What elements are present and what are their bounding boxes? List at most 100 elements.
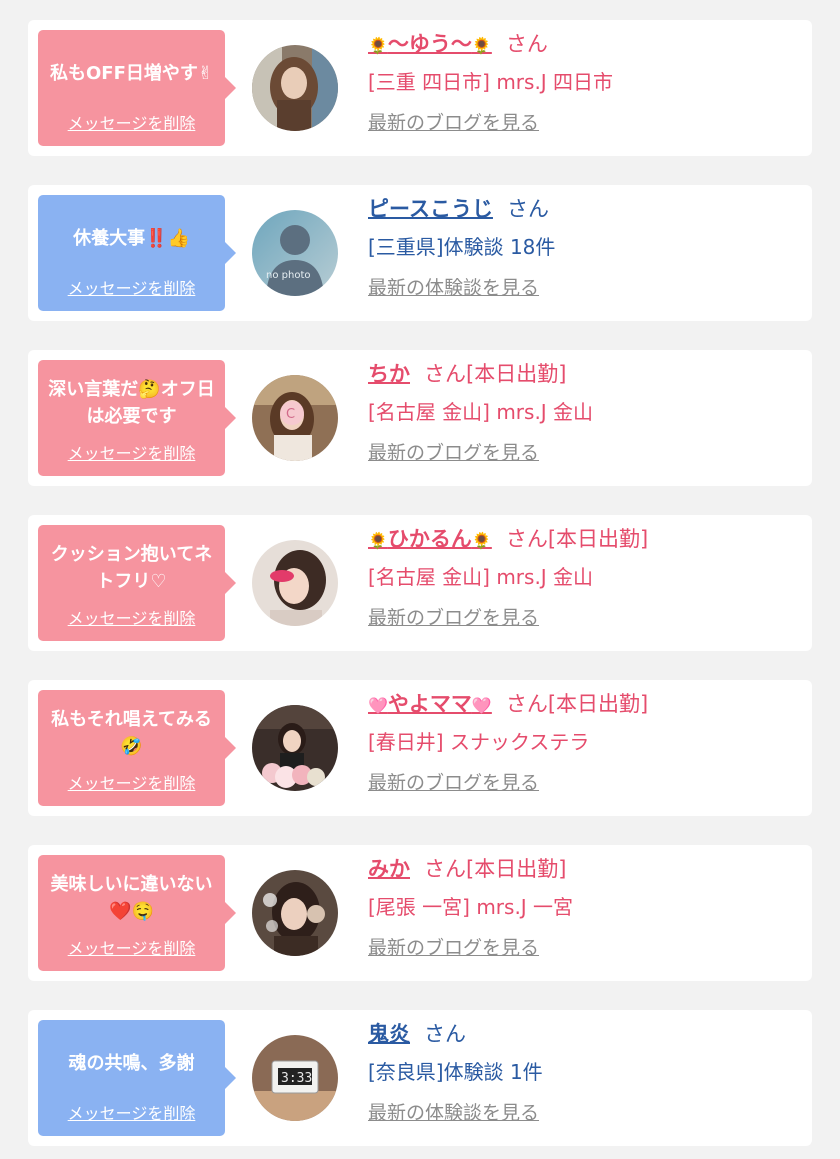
avatar[interactable] bbox=[252, 870, 338, 956]
delete-message-link[interactable]: メッセージを削除 bbox=[38, 110, 225, 134]
latest-post-link[interactable]: 最新のブログを見る bbox=[368, 769, 539, 797]
user-info: ちか さん[本日出勤] [名古屋 金山] mrs.J 金山 最新のブログを見る bbox=[368, 356, 802, 467]
message-card: 私もOFF日増やす✌ メッセージを削除 🌻～ゆう～🌻 さん [三重 四日市] mr… bbox=[28, 20, 812, 156]
latest-post-link[interactable]: 最新の体験談を見る bbox=[368, 1099, 539, 1127]
latest-post-link[interactable]: 最新のブログを見る bbox=[368, 109, 539, 137]
user-name: ひかるん bbox=[387, 527, 472, 551]
user-info: 🌻～ゆう～🌻 さん [三重 四日市] mrs.J 四日市 最新のブログを見る bbox=[368, 26, 802, 137]
delete-message-link[interactable]: メッセージを削除 bbox=[38, 935, 225, 959]
name-suffix-emoji: 🌻 bbox=[471, 531, 492, 550]
name-suffix: さん[本日出勤] bbox=[424, 857, 567, 881]
girl-photo-icon bbox=[252, 45, 338, 131]
shop-info: [春日井] スナックステラ bbox=[368, 730, 590, 754]
delete-message-link[interactable]: メッセージを削除 bbox=[38, 440, 225, 464]
latest-post-link[interactable]: 最新のブログを見る bbox=[368, 604, 539, 632]
girl-photo-icon bbox=[252, 870, 338, 956]
delete-message-link[interactable]: メッセージを削除 bbox=[38, 770, 225, 794]
message-bubble: クッション抱いてネトフリ♡ メッセージを削除 bbox=[38, 525, 236, 641]
user-name-link[interactable]: ちか bbox=[368, 362, 410, 386]
name-suffix: さん bbox=[506, 197, 549, 221]
girl-photo-icon bbox=[252, 705, 338, 791]
message-text: 休養大事‼️👍 bbox=[73, 227, 190, 249]
user-name-link[interactable]: 🌻ひかるん🌻 bbox=[368, 527, 492, 551]
message-card: 美味しいに違いない❤️🤤 メッセージを削除 みか さん[本日出勤] [尾張 一宮]… bbox=[28, 845, 812, 981]
girl-photo-icon bbox=[252, 540, 338, 626]
message-text: 深い言葉だ🤔オフ日は必要です bbox=[48, 379, 215, 427]
avatar[interactable]: 3:33 bbox=[252, 1035, 338, 1121]
user-info: 鬼炎 さん [奈良県]体験談 1件 最新の体験談を見る bbox=[368, 1016, 802, 1127]
name-prefix-emoji: 🌻 bbox=[368, 531, 388, 550]
message-text: クッション抱いてネトフリ♡ bbox=[50, 544, 213, 592]
name-prefix-emoji: 🩷 bbox=[368, 696, 388, 715]
message-card: 休養大事‼️👍 メッセージを削除 no photo ピースこうじ さん [三重県]… bbox=[28, 185, 812, 321]
name-line: 🩷やよママ🩷 さん[本日出勤] bbox=[368, 686, 802, 722]
avatar[interactable] bbox=[252, 45, 338, 131]
latest-post-link[interactable]: 最新のブログを見る bbox=[368, 439, 539, 467]
user-name-link[interactable]: 🌻～ゆう～🌻 bbox=[368, 32, 492, 56]
shop-info: [奈良県]体験談 1件 bbox=[368, 1060, 543, 1084]
user-name: みか bbox=[368, 857, 410, 881]
avatar[interactable]: C bbox=[252, 375, 338, 461]
name-line: みか さん[本日出勤] bbox=[368, 851, 802, 887]
user-name: ピースこうじ bbox=[368, 197, 493, 221]
message-list: 私もOFF日増やす✌ メッセージを削除 🌻～ゆう～🌻 さん [三重 四日市] mr… bbox=[0, 0, 840, 1159]
message-bubble: 美味しいに違いない❤️🤤 メッセージを削除 bbox=[38, 855, 236, 971]
name-line: ピースこうじ さん bbox=[368, 191, 802, 227]
clock-photo-icon: 3:33 bbox=[252, 1035, 338, 1121]
avatar[interactable]: no photo bbox=[252, 210, 338, 296]
message-card: 深い言葉だ🤔オフ日は必要です メッセージを削除 C ちか さん[本日出勤] [名古… bbox=[28, 350, 812, 486]
latest-post-link[interactable]: 最新のブログを見る bbox=[368, 934, 539, 962]
message-text: 私もOFF日増やす✌ bbox=[50, 62, 213, 84]
message-text: 私もそれ唱えてみる🤣 bbox=[51, 709, 212, 757]
shop-info: [三重 四日市] mrs.J 四日市 bbox=[368, 70, 614, 94]
name-line: ちか さん[本日出勤] bbox=[368, 356, 802, 392]
delete-message-link[interactable]: メッセージを削除 bbox=[38, 605, 225, 629]
name-prefix-emoji: 🌻 bbox=[368, 36, 388, 55]
no-photo-icon: no photo bbox=[252, 210, 338, 296]
user-name: ちか bbox=[368, 362, 410, 386]
name-line: 🌻～ゆう～🌻 さん bbox=[368, 26, 802, 62]
message-bubble: 休養大事‼️👍 メッセージを削除 bbox=[38, 195, 236, 311]
delete-message-link[interactable]: メッセージを削除 bbox=[38, 1100, 225, 1124]
user-info: ピースこうじ さん [三重県]体験談 18件 最新の体験談を見る bbox=[368, 191, 802, 302]
avatar[interactable] bbox=[252, 540, 338, 626]
avatar-caption: no photo bbox=[266, 270, 310, 281]
message-bubble: 魂の共鳴、多謝 メッセージを削除 bbox=[38, 1020, 236, 1136]
name-suffix-emoji: 🩷 bbox=[471, 696, 492, 715]
message-card: クッション抱いてネトフリ♡ メッセージを削除 🌻ひかるん🌻 さん[本日出勤] [名… bbox=[28, 515, 812, 651]
name-suffix: さん bbox=[505, 32, 548, 56]
user-name-link[interactable]: 🩷やよママ🩷 bbox=[368, 692, 492, 716]
name-suffix: さん bbox=[424, 1022, 466, 1046]
user-name: やよママ bbox=[387, 692, 472, 716]
message-text: 美味しいに違いない❤️🤤 bbox=[50, 874, 213, 922]
user-name-link[interactable]: ピースこうじ bbox=[368, 197, 493, 221]
user-name: ～ゆう～ bbox=[387, 32, 472, 56]
user-name: 鬼炎 bbox=[368, 1022, 410, 1046]
delete-message-link[interactable]: メッセージを削除 bbox=[38, 275, 225, 299]
avatar[interactable] bbox=[252, 705, 338, 791]
latest-post-link[interactable]: 最新の体験談を見る bbox=[368, 274, 539, 302]
message-card: 魂の共鳴、多謝 メッセージを削除 3:33 鬼炎 さん [奈良県]体験談 1件 最… bbox=[28, 1010, 812, 1146]
girl-photo-icon: C bbox=[252, 375, 338, 461]
shop-info: [名古屋 金山] mrs.J 金山 bbox=[368, 565, 594, 589]
name-suffix-emoji: 🌻 bbox=[471, 36, 492, 55]
user-name-link[interactable]: みか bbox=[368, 857, 410, 881]
message-card: 私もそれ唱えてみる🤣 メッセージを削除 🩷やよママ🩷 さん[本日出勤] [春日井]… bbox=[28, 680, 812, 816]
name-suffix: さん[本日出勤] bbox=[505, 692, 649, 716]
shop-info: [三重県]体験談 18件 bbox=[368, 235, 556, 259]
user-info: みか さん[本日出勤] [尾張 一宮] mrs.J 一宮 最新のブログを見る bbox=[368, 851, 802, 962]
message-bubble: 私もそれ唱えてみる🤣 メッセージを削除 bbox=[38, 690, 236, 806]
name-line: 🌻ひかるん🌻 さん[本日出勤] bbox=[368, 521, 802, 557]
shop-info: [尾張 一宮] mrs.J 一宮 bbox=[368, 895, 574, 919]
user-info: 🌻ひかるん🌻 さん[本日出勤] [名古屋 金山] mrs.J 金山 最新のブログを… bbox=[368, 521, 802, 632]
name-suffix: さん[本日出勤] bbox=[505, 527, 649, 551]
name-line: 鬼炎 さん bbox=[368, 1016, 802, 1052]
user-info: 🩷やよママ🩷 さん[本日出勤] [春日井] スナックステラ 最新のブログを見る bbox=[368, 686, 802, 797]
shop-info: [名古屋 金山] mrs.J 金山 bbox=[368, 400, 594, 424]
message-text: 魂の共鳴、多謝 bbox=[68, 1052, 195, 1074]
svg-text:C: C bbox=[286, 407, 295, 422]
user-name-link[interactable]: 鬼炎 bbox=[368, 1022, 410, 1046]
name-suffix: さん[本日出勤] bbox=[424, 362, 567, 386]
avatar-caption: 3:33 bbox=[281, 1071, 312, 1086]
message-bubble: 深い言葉だ🤔オフ日は必要です メッセージを削除 bbox=[38, 360, 236, 476]
